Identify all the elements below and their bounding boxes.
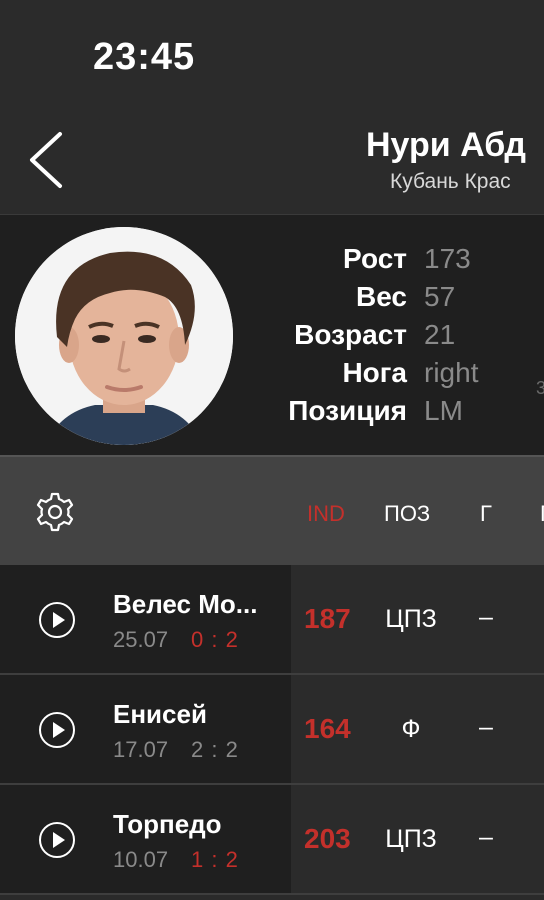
- cut-off-text: 3: [536, 378, 544, 398]
- match-score: 2 : 2: [191, 737, 239, 762]
- stat-value: 57: [424, 281, 456, 312]
- back-button[interactable]: [22, 130, 72, 190]
- match-goals: –: [479, 823, 493, 851]
- nav-bar: Нури Абд Кубань Крас: [0, 110, 544, 215]
- match-position: ЦПЗ: [385, 825, 437, 853]
- column-header-goals[interactable]: Г: [480, 501, 492, 527]
- stat-label: Вес: [356, 281, 407, 312]
- match-row[interactable]: Торпедо 10.07 1 : 2 203 ЦПЗ –: [0, 785, 544, 895]
- stat-value: LM: [424, 395, 463, 426]
- status-bar: 23:45: [0, 0, 544, 110]
- stat-row-age: Возраст 21: [0, 319, 544, 357]
- play-icon[interactable]: [38, 711, 76, 749]
- player-profile: Рост 173 Вес 57 Возраст 21 Нога right По…: [0, 215, 544, 455]
- match-info: Велес Мо... 25.07 0 : 2: [0, 565, 291, 673]
- match-ind: 187: [304, 603, 351, 634]
- column-header-ind[interactable]: IND: [307, 501, 345, 527]
- stat-row-height: Рост 173: [0, 243, 544, 281]
- stat-row-position: Позиция LM: [0, 395, 544, 433]
- player-club: Кубань Крас: [390, 170, 511, 193]
- match-info: Енисей 17.07 2 : 2: [0, 675, 291, 783]
- match-info: Торпедо 10.07 1 : 2: [0, 785, 291, 893]
- match-position: ЦПЗ: [385, 605, 437, 633]
- match-opponent: Торпедо: [113, 809, 222, 839]
- match-date: 10.07: [113, 847, 169, 872]
- stat-label: Рост: [343, 243, 407, 274]
- match-goals: –: [479, 713, 493, 741]
- match-ind: 203: [304, 823, 351, 854]
- play-icon[interactable]: [38, 601, 76, 639]
- match-row[interactable]: Велес Мо... 25.07 0 : 2 187 ЦПЗ –: [0, 565, 544, 675]
- stat-value: 173: [424, 243, 471, 274]
- gear-icon: [36, 492, 74, 532]
- stat-label: Возраст: [294, 319, 407, 350]
- stat-value: 21: [424, 319, 456, 350]
- settings-button[interactable]: [34, 491, 76, 533]
- stat-row-foot: Нога right: [0, 357, 544, 395]
- stat-label: Позиция: [288, 395, 407, 426]
- match-goals: –: [479, 603, 493, 631]
- match-score: 1 : 2: [191, 847, 239, 872]
- status-time: 23:45: [93, 36, 196, 78]
- match-date: 25.07: [113, 627, 169, 652]
- match-row[interactable]: Енисей 17.07 2 : 2 164 Ф –: [0, 675, 544, 785]
- column-header-cut-off[interactable]: Г: [540, 501, 544, 527]
- column-header-position[interactable]: ПОЗ: [384, 501, 430, 527]
- match-position: Ф: [401, 715, 421, 743]
- match-opponent: Велес Мо...: [113, 589, 258, 619]
- stat-label: Нога: [342, 357, 407, 388]
- match-ind: 164: [304, 713, 351, 744]
- match-date: 17.07: [113, 737, 169, 762]
- player-name: Нури Абд: [366, 126, 526, 164]
- match-opponent: Енисей: [113, 699, 207, 729]
- play-icon[interactable]: [38, 821, 76, 859]
- stat-row-weight: Вес 57: [0, 281, 544, 319]
- stat-value: right: [424, 357, 479, 388]
- match-score: 0 : 2: [191, 627, 239, 652]
- chevron-left-icon: [30, 132, 62, 188]
- table-header: IND ПОЗ Г Г: [0, 455, 544, 567]
